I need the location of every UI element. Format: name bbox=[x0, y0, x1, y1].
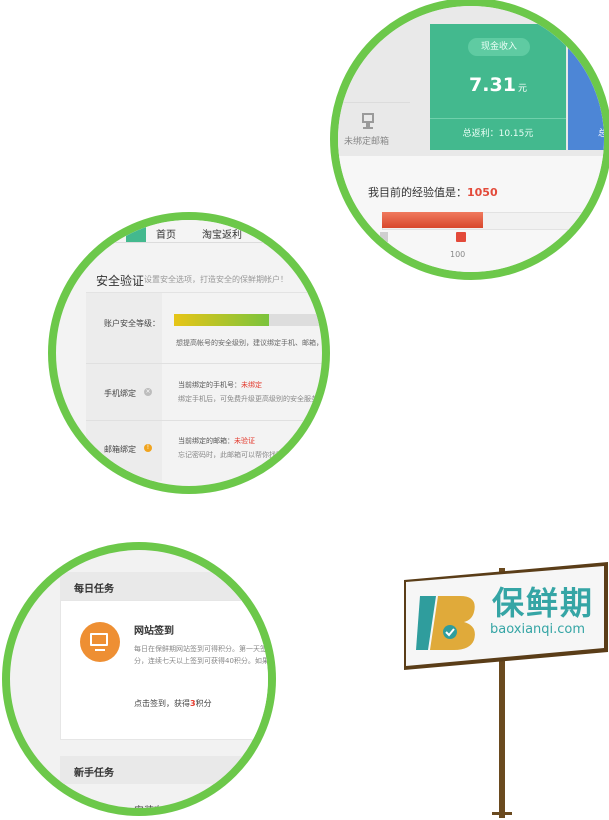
baoxianqi-logo-icon bbox=[416, 596, 475, 650]
security-bubble: 首页 淘宝返利 安全验证 设置安全选项，打造安全的保鲜期帐户！ 账户安全等级： … bbox=[48, 212, 330, 494]
daily-task-card bbox=[60, 600, 268, 740]
total-rebate: 总返利：10.15元 bbox=[462, 129, 534, 139]
cash-income-amount: 7.31 元 bbox=[430, 74, 566, 96]
experience-label-text: 我目前的经验值是： bbox=[368, 186, 467, 199]
email-unbound-icon bbox=[362, 113, 374, 129]
amount-value: 7.31 bbox=[469, 74, 516, 96]
brand-signpost: 保鲜期 baoxianqi.com bbox=[404, 560, 609, 672]
email-status-label[interactable]: 未绑定邮箱 bbox=[344, 134, 389, 147]
security-title: 安全验证 bbox=[96, 274, 145, 288]
newbie-task-heading: 新手任务 bbox=[74, 768, 114, 779]
secondary-stat-card: 总 bbox=[568, 24, 608, 150]
amount-unit: 元 bbox=[517, 84, 527, 94]
email-state-value[interactable]: 未验证 bbox=[234, 437, 255, 445]
email-binding-hint: 忘记密码时，此邮箱可以帮你找回密码 bbox=[178, 451, 297, 459]
phone-state-prefix: 当前绑定的手机号： bbox=[178, 381, 241, 389]
nav-tab-taobao-rebate[interactable]: 淘宝返利 bbox=[202, 226, 242, 241]
checkin-action-text[interactable]: 点击签到，获得3积分 bbox=[134, 698, 212, 709]
phone-binding-state: 当前绑定的手机号：未绑定 bbox=[178, 380, 262, 390]
email-binding-state: 当前绑定的邮箱：未验证 bbox=[178, 436, 255, 446]
cash-income-bubble: 未绑定邮箱 现金收入 7.31 元 总返利：10.15元 总 我目前的经验值是：1… bbox=[330, 0, 609, 280]
card-divider bbox=[430, 118, 566, 119]
nav-active-indicator bbox=[126, 220, 146, 242]
brand-domain: baoxianqi.com bbox=[490, 622, 586, 637]
level-marker-value: 100 bbox=[450, 250, 466, 259]
level-marker-active-icon bbox=[456, 232, 466, 242]
email-binding-label: 邮箱绑定 bbox=[104, 445, 136, 454]
email-state-prefix: 当前绑定的邮箱： bbox=[178, 437, 234, 445]
security-subtitle: 设置安全选项，打造安全的保鲜期帐户！ bbox=[144, 275, 288, 284]
action-suffix: 积分 bbox=[195, 699, 212, 708]
daily-task-heading: 每日任务 bbox=[74, 584, 114, 595]
daily-task-bubble: 每日任务 网站签到 每日在保鲜期网站签到可得积分。第一天签到 分，连续七天以上签… bbox=[2, 542, 276, 816]
phone-state-value[interactable]: 未绑定 bbox=[241, 381, 262, 389]
phone-binding-hint: 绑定手机后，可免费升级更高级别的安全服务， bbox=[178, 395, 325, 403]
newbie-task-header: 新手任务 bbox=[60, 756, 268, 784]
task-title: 网站签到 bbox=[134, 626, 174, 637]
security-level-label: 账户安全等级： bbox=[104, 319, 160, 328]
newbie-task-item: 安装有端端 bbox=[134, 806, 184, 816]
security-level-bar bbox=[174, 314, 269, 326]
action-prefix: 点击签到，获得 bbox=[134, 699, 190, 708]
task-description-line-2: 分，连续七天以上签到可获得40积分。如果中 bbox=[134, 657, 276, 665]
top-nav: 首页 淘宝返利 bbox=[56, 220, 322, 243]
signpost-base bbox=[492, 812, 512, 815]
brand-name: 保鲜期 bbox=[492, 584, 595, 622]
daily-task-header: 每日任务 bbox=[60, 572, 268, 601]
experience-value: 1050 bbox=[467, 186, 498, 199]
nav-tab-home[interactable]: 首页 bbox=[156, 226, 176, 241]
secondary-stat-label: 总 bbox=[598, 129, 608, 139]
divider bbox=[338, 102, 410, 103]
task-description-line-1: 每日在保鲜期网站签到可得积分。第一天签到 bbox=[134, 645, 274, 653]
security-level-description: 想提高帐号的安全级别，建议绑定手机、邮箱，开启 bbox=[176, 339, 330, 347]
cash-income-badge: 现金收入 bbox=[468, 38, 530, 56]
experience-progress-fill bbox=[382, 212, 483, 228]
phone-binding-label: 手机绑定 bbox=[104, 389, 136, 398]
level-marker-icon bbox=[380, 232, 388, 242]
monitor-checkin-icon bbox=[80, 622, 120, 662]
cash-income-card: 现金收入 7.31 元 总返利：10.15元 bbox=[430, 24, 566, 150]
close-icon: × bbox=[144, 388, 152, 396]
warning-icon: ! bbox=[144, 444, 152, 452]
experience-label: 我目前的经验值是：1050 bbox=[368, 184, 498, 200]
